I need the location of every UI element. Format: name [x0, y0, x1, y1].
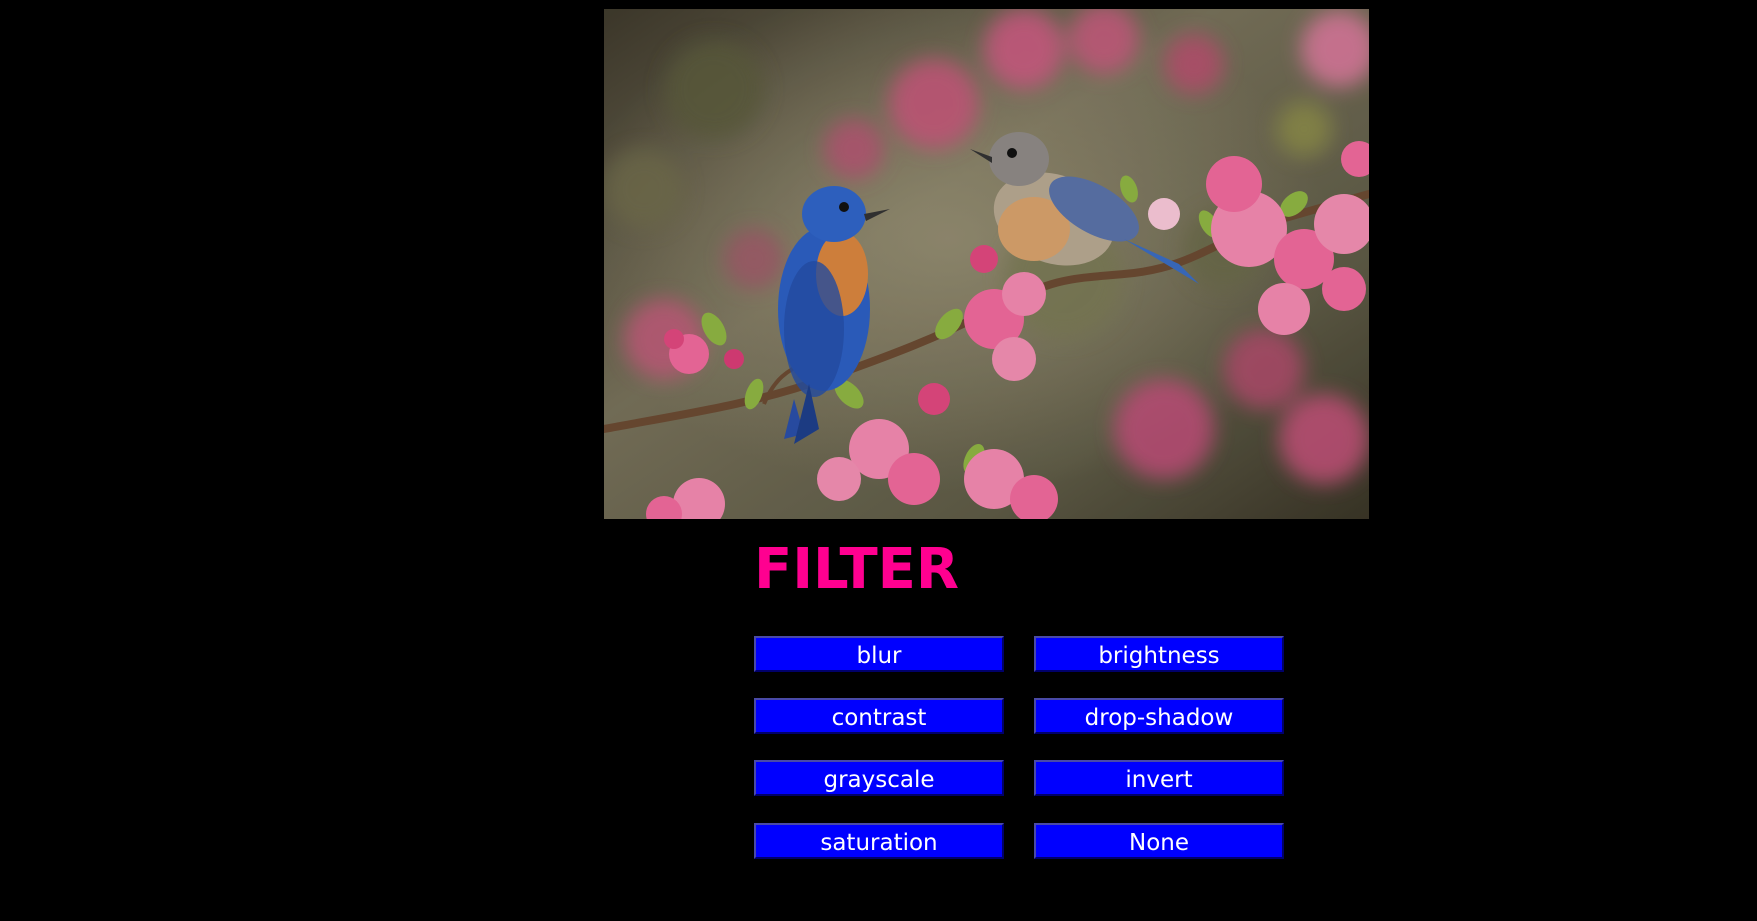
photo-canvas: [604, 9, 1369, 519]
brightness-filter-button[interactable]: brightness: [1034, 636, 1284, 672]
contrast-filter-button[interactable]: contrast: [754, 698, 1004, 734]
blur-filter-button[interactable]: blur: [754, 636, 1004, 672]
bird-photo: [604, 9, 1369, 519]
drop-shadow-filter-button[interactable]: drop-shadow: [1034, 698, 1284, 734]
none-filter-button[interactable]: None: [1034, 823, 1284, 859]
grayscale-filter-button[interactable]: grayscale: [754, 760, 1004, 796]
page-title: FILTER: [0, 530, 1757, 610]
title-text: FILTER: [753, 537, 960, 602]
filter-page: FILTER blur brightness contrast drop-sha…: [0, 0, 1757, 921]
filter-button-grid: blur brightness contrast drop-shadow gra…: [754, 636, 1284, 862]
invert-filter-button[interactable]: invert: [1034, 760, 1284, 796]
saturation-filter-button[interactable]: saturation: [754, 823, 1004, 859]
